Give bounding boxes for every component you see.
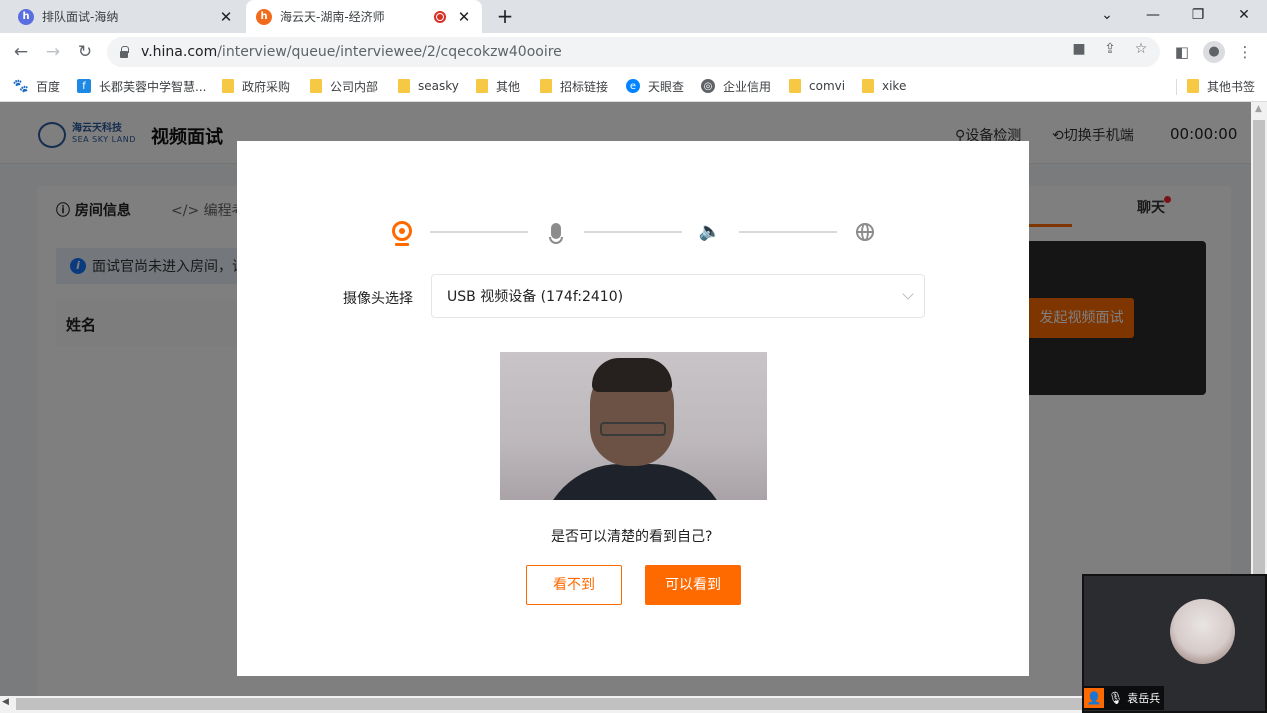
bookmark-folder[interactable]: 政府采购: [222, 77, 290, 95]
close-icon[interactable]: ✕: [456, 8, 472, 26]
bookmark-label: 招标链接: [560, 79, 609, 94]
participant-bar: 👤 🎙 袁岳兵: [1084, 686, 1164, 710]
bookmark-credit[interactable]: ◎ 企业信用: [701, 77, 771, 95]
horizontal-scroll-thumb[interactable]: [16, 698, 1086, 710]
address-bar[interactable]: v.hina.com/interview/queue/interviewee/2…: [107, 37, 1160, 67]
step-connector: [739, 231, 837, 233]
camera-preview: [500, 352, 767, 500]
folder-icon: [310, 79, 322, 93]
browser-toolbar: ← → ↻ v.hina.com/interview/queue/intervi…: [0, 33, 1267, 71]
speaker-step-icon: 🔈: [698, 220, 722, 242]
reload-icon[interactable]: ↻: [74, 41, 96, 63]
bookmark-label: 政府采购: [242, 79, 291, 94]
network-globe-step-icon: [853, 220, 877, 244]
side-panel-icon[interactable]: ◧: [1171, 41, 1193, 63]
close-icon[interactable]: ✕: [218, 8, 234, 26]
step-connector: [430, 231, 528, 233]
tianyancha-icon: e: [626, 79, 640, 93]
minimize-icon[interactable]: —: [1143, 5, 1163, 25]
camera-select-label: 摄像头选择: [343, 291, 413, 307]
bookmark-label: 百度: [36, 79, 61, 94]
bookmark-star-icon[interactable]: ☆: [1132, 40, 1150, 58]
person-icon: 👤: [1084, 688, 1104, 708]
bookmark-label: 企业信用: [723, 79, 772, 94]
bookmark-folder[interactable]: comvi: [789, 77, 845, 95]
back-arrow-icon[interactable]: ←: [10, 41, 32, 63]
preview-body: [540, 464, 730, 500]
bookmark-label: 其他书签: [1207, 79, 1256, 94]
folder-icon: [476, 79, 488, 93]
window-close-icon[interactable]: ✕: [1234, 5, 1254, 25]
bookmarks-bar: 🐾 百度 f 长郡芙蓉中学智慧... 政府采购 公司内部 seasky 其他 招标链…: [0, 71, 1267, 102]
camera-select-value: USB 视频设备 (174f:2410): [447, 289, 624, 305]
tab-title: 排队面试-海纳: [42, 10, 119, 24]
url-path: /interview/queue/interviewee/2/cqecokzw4…: [217, 44, 562, 60]
lock-icon: [119, 46, 129, 58]
bookmark-folder[interactable]: 招标链接: [540, 77, 608, 95]
cannot-see-button[interactable]: 看不到: [526, 565, 622, 605]
hina-favicon-icon: h: [18, 8, 34, 25]
folder-icon: [789, 79, 801, 93]
scroll-left-arrow-icon[interactable]: ◀: [2, 697, 9, 707]
preview-glasses: [600, 422, 666, 436]
folder-icon: [222, 79, 234, 93]
bookmark-folder[interactable]: 公司内部: [310, 77, 378, 95]
bookmark-label: 其他: [496, 79, 521, 94]
tab-title: 海云天-湖南-经济师: [280, 10, 385, 24]
school-icon: f: [77, 79, 91, 93]
browser-tab-interview[interactable]: h 海云天-湖南-经济师 ✕: [246, 0, 482, 33]
bookmark-baidu[interactable]: 🐾 百度: [12, 77, 61, 95]
folder-icon: [1187, 79, 1199, 93]
new-tab-button[interactable]: +: [494, 5, 516, 27]
chevron-down-icon: [902, 288, 914, 300]
bookmark-divider: [1176, 79, 1177, 95]
baidu-paw-icon: 🐾: [12, 78, 30, 94]
bookmark-label: 长郡芙蓉中学智慧...: [99, 79, 207, 94]
bookmark-folder[interactable]: xike: [862, 77, 906, 95]
recording-icon: [434, 10, 446, 23]
bookmark-label: seasky: [418, 79, 459, 93]
restore-icon[interactable]: ❐: [1188, 5, 1208, 25]
other-bookmarks[interactable]: 其他书签: [1187, 77, 1255, 95]
tab-strip: h 排队面试-海纳 ✕ h 海云天-湖南-经济师 ✕ + ⌄ — ❐ ✕: [0, 0, 1267, 33]
participant-avatar: [1170, 599, 1235, 664]
mic-muted-icon[interactable]: 🎙: [1108, 691, 1123, 705]
can-see-button[interactable]: 可以看到: [645, 565, 741, 605]
webcam-base: [395, 243, 409, 246]
bookmark-label: xike: [882, 79, 907, 93]
tab-search-chevron-icon[interactable]: ⌄: [1097, 5, 1117, 25]
profile-avatar-icon[interactable]: ●: [1203, 41, 1225, 63]
globe-icon: ◎: [701, 79, 715, 93]
bookmark-label: 公司内部: [330, 79, 379, 94]
webcam-step-icon: [390, 219, 414, 243]
scroll-up-arrow-icon[interactable]: ▲: [1255, 104, 1262, 114]
bookmark-folder[interactable]: 其他: [476, 77, 520, 95]
camera-select[interactable]: USB 视频设备 (174f:2410): [431, 274, 925, 318]
participant-name: 袁岳兵: [1127, 692, 1161, 705]
vertical-scroll-thumb[interactable]: [1253, 120, 1265, 590]
preview-hair: [592, 358, 672, 392]
preview-question: 是否可以清楚的看到自己?: [551, 529, 713, 545]
share-icon[interactable]: ⇪: [1101, 40, 1119, 58]
bookmark-label: 天眼查: [648, 79, 685, 94]
step-connector: [584, 231, 682, 233]
hina-favicon-icon: h: [256, 8, 272, 25]
bookmark-changjun[interactable]: f 长郡芙蓉中学智慧...: [77, 77, 206, 95]
browser-tab-queue[interactable]: h 排队面试-海纳 ✕: [8, 0, 244, 33]
menu-kebab-icon[interactable]: ⋮: [1234, 41, 1256, 63]
url-host: v.hina.com: [141, 44, 218, 60]
folder-icon: [540, 79, 552, 93]
bookmark-folder[interactable]: seasky: [398, 77, 459, 95]
bookmark-tianyancha[interactable]: e 天眼查: [626, 77, 684, 95]
forward-arrow-icon[interactable]: →: [42, 41, 64, 63]
camera-in-use-icon[interactable]: ■: [1070, 40, 1088, 58]
folder-icon: [862, 79, 874, 93]
bookmark-label: comvi: [809, 79, 846, 93]
folder-icon: [398, 79, 410, 93]
